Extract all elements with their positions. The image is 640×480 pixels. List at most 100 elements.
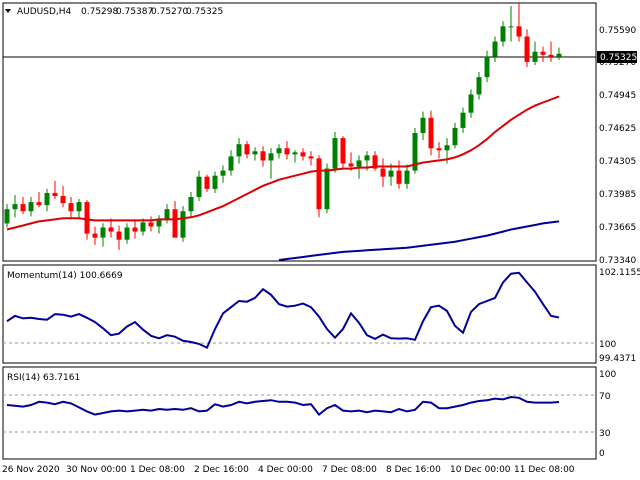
rsi-pane: RSI(14) 63.7161 100 70 30 0 — [2, 366, 616, 460]
candle-up — [404, 170, 410, 184]
symbol-high: 0.75387 — [116, 7, 153, 17]
candle-up — [452, 127, 458, 146]
candle-down — [116, 231, 122, 240]
momentum-title: Momentum(14) 100.6669 — [7, 271, 123, 281]
candle-up — [468, 94, 474, 113]
time-label: 1 Dec 08:00 — [130, 465, 185, 475]
time-axis: 26 Nov 2020 30 Nov 00:00 1 Dec 08:00 2 D… — [2, 465, 575, 475]
candle-down — [436, 148, 442, 151]
time-label: 10 Dec 00:00 — [450, 465, 511, 475]
candle-up — [532, 51, 538, 62]
candle-up — [28, 202, 34, 212]
candle-down — [516, 26, 522, 37]
symbol-low: 0.75270 — [151, 7, 188, 17]
candle-down — [340, 138, 346, 164]
candle-down — [172, 209, 178, 238]
candle-down — [132, 227, 138, 232]
candle-up — [388, 170, 394, 177]
candle-down — [348, 163, 354, 167]
symbol-name: AUDUSD,H4 — [17, 7, 72, 17]
candle-up — [332, 138, 338, 169]
candle-down — [260, 151, 266, 161]
candle-down — [540, 51, 546, 55]
symbol-header: AUDUSD,H4 0.75298 0.75387 0.75270 0.7532… — [5, 7, 223, 17]
price-tick: 0.75590 — [599, 26, 636, 36]
time-label: 30 Nov 00:00 — [66, 465, 127, 475]
candle-up — [500, 26, 506, 42]
candle-up — [476, 77, 482, 95]
rsi-tick: 30 — [599, 429, 611, 439]
momentum-tick: 100 — [599, 340, 616, 350]
candle-down — [92, 233, 98, 238]
candle-up — [196, 176, 202, 198]
candle-down — [244, 144, 250, 155]
time-label: 26 Nov 2020 — [2, 465, 60, 475]
candle-up — [76, 202, 82, 212]
candle-up — [228, 156, 234, 171]
candle-up — [4, 209, 10, 224]
candle-up — [492, 41, 498, 57]
price-tick: 0.73340 — [599, 256, 636, 266]
price-tick: 0.74945 — [599, 91, 636, 101]
candle-up — [100, 227, 106, 238]
candle-up — [220, 170, 226, 176]
momentum-tick: 102.1155 — [599, 268, 640, 278]
rsi-tick: 100 — [599, 370, 616, 380]
candle-up — [140, 222, 146, 232]
candle-down — [84, 202, 90, 234]
candle-down — [428, 117, 434, 149]
rsi-title: RSI(14) 63.7161 — [7, 373, 80, 383]
candle-up — [484, 56, 490, 78]
rsi-tick: 70 — [599, 392, 611, 402]
candle-up — [356, 160, 362, 167]
candle-up — [212, 175, 218, 189]
candle-up — [268, 153, 274, 161]
candle-up — [164, 209, 170, 220]
candle-down — [60, 196, 66, 204]
price-tick: 0.73665 — [599, 223, 636, 233]
symbol-close: 0.75325 — [186, 7, 223, 17]
price-tick: 0.74625 — [599, 124, 636, 134]
candle-up — [252, 151, 258, 155]
candle-up — [12, 204, 18, 210]
candle-down — [316, 158, 322, 210]
candle-up — [556, 53, 562, 57]
candle-down — [380, 168, 386, 177]
symbol-open: 0.75298 — [81, 7, 118, 17]
candle-down — [308, 156, 314, 159]
trading-chart: AUDUSD,H4 0.75298 0.75387 0.75270 0.7532… — [0, 0, 640, 480]
momentum-tick: 99.4371 — [599, 354, 636, 364]
time-label: 11 Dec 08:00 — [514, 465, 575, 475]
candle-up — [236, 144, 242, 157]
candle-up — [508, 26, 514, 28]
candle-up — [188, 197, 194, 212]
candle-up — [444, 145, 450, 151]
price-pane-frame — [2, 2, 597, 262]
candle-up — [364, 155, 370, 161]
candle-up — [276, 148, 282, 154]
candle-down — [300, 152, 306, 157]
candle-down — [148, 222, 154, 227]
price-tick: 0.74305 — [599, 157, 636, 167]
candle-down — [52, 192, 58, 196]
price-tick: 0.73985 — [599, 190, 636, 200]
candle-down — [108, 227, 114, 232]
candle-up — [324, 168, 330, 210]
candle-down — [396, 170, 402, 184]
momentum-pane: Momentum(14) 100.6669 102.1155 100 99.43… — [2, 264, 640, 364]
candle-down — [20, 204, 26, 212]
candle-down — [204, 176, 210, 189]
candle-up — [292, 152, 298, 155]
current-price-label: 0.75325 — [600, 53, 637, 63]
candle-down — [284, 148, 290, 155]
candle-down — [524, 36, 530, 62]
candle-up — [124, 227, 130, 240]
candle-up — [180, 211, 186, 238]
candle-down — [548, 54, 554, 57]
candle-up — [420, 117, 426, 134]
time-label: 4 Dec 00:00 — [258, 465, 313, 475]
candle-down — [68, 203, 74, 212]
time-label: 2 Dec 16:00 — [194, 465, 249, 475]
candle-up — [460, 112, 466, 128]
price-pane: AUDUSD,H4 0.75298 0.75387 0.75270 0.7532… — [2, 2, 637, 266]
